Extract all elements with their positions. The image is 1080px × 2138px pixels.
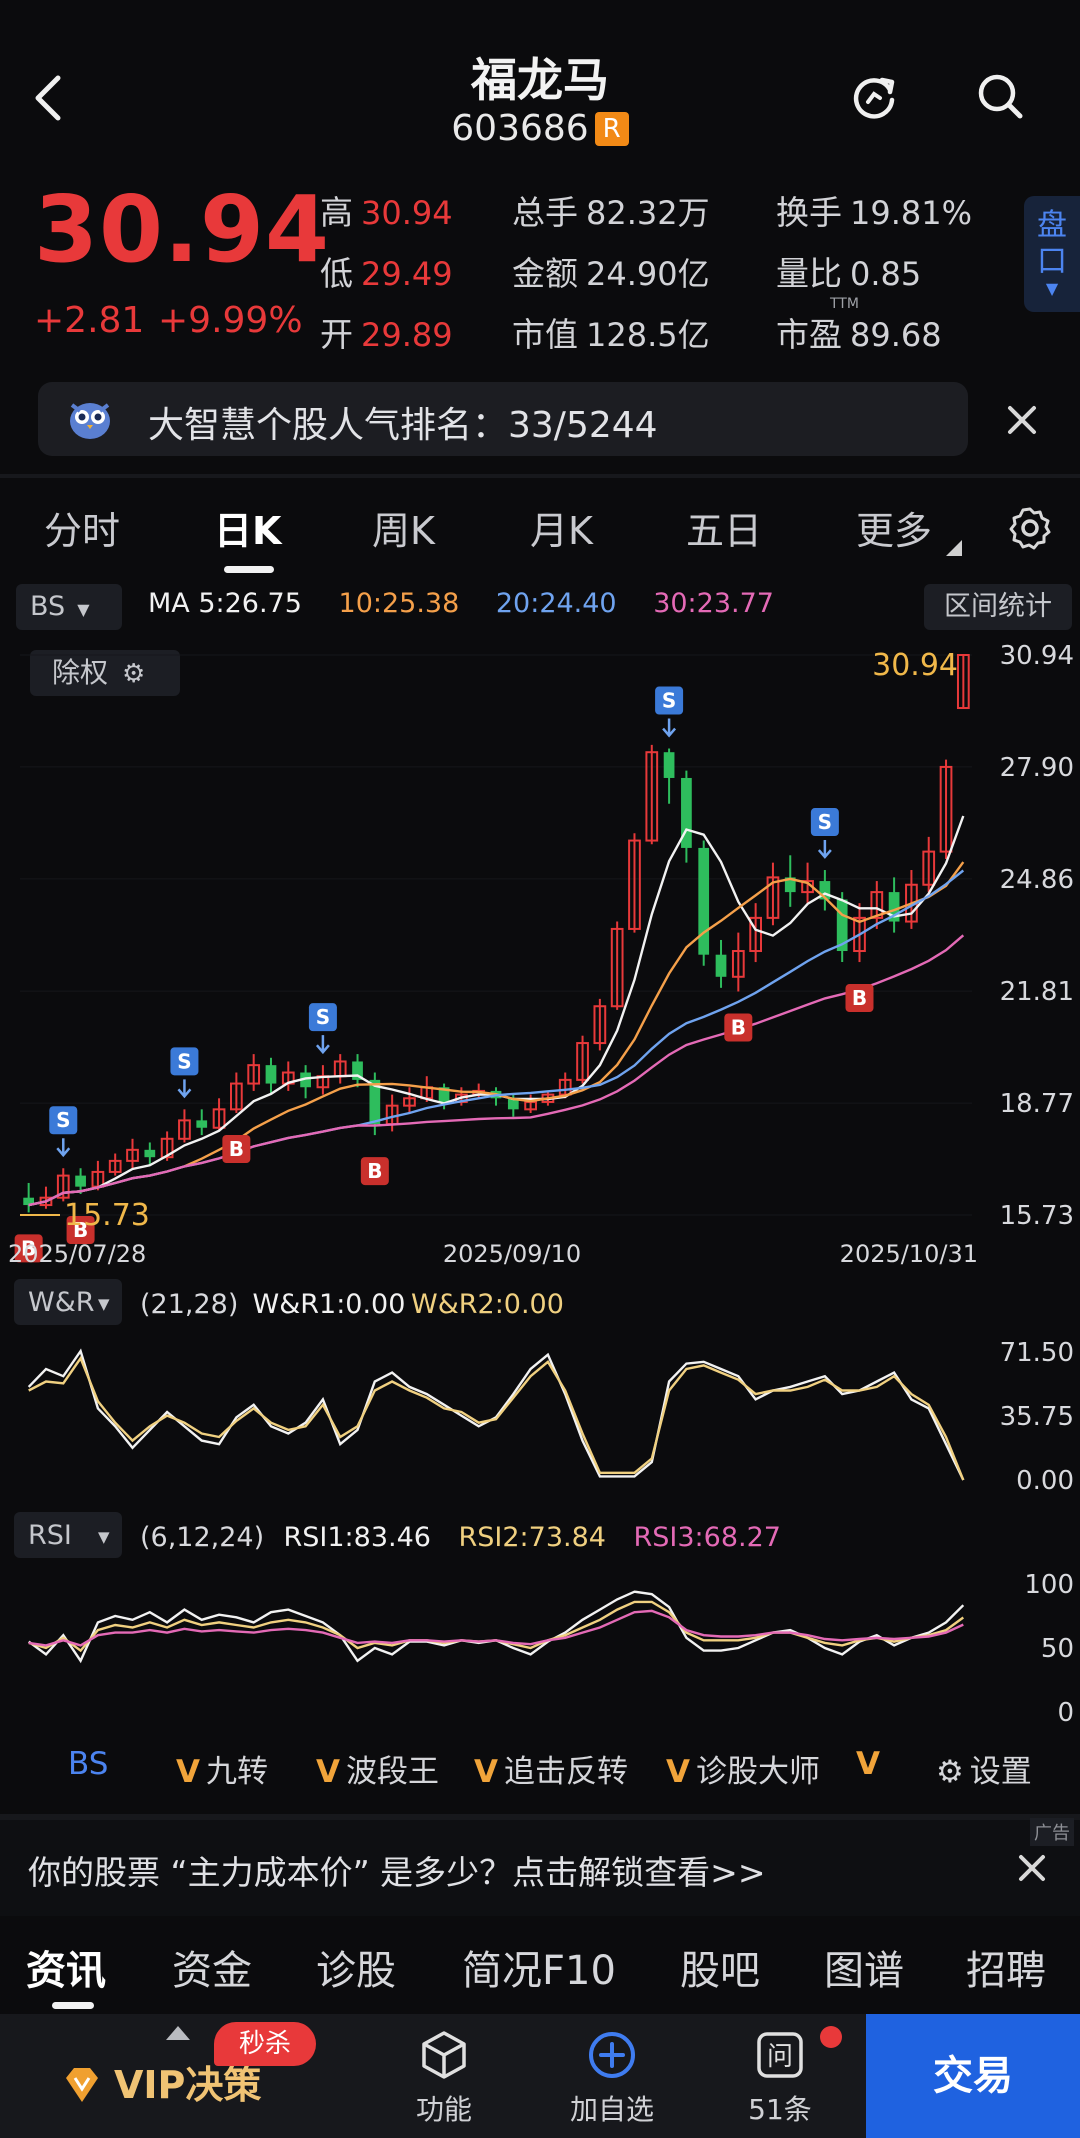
sell-signal-arrow — [817, 840, 832, 859]
tab-graph[interactable]: 图谱 — [824, 1938, 904, 1996]
indicator-axis-label: 50 — [1041, 1634, 1074, 1664]
sell-signal-label: S — [177, 1049, 191, 1073]
ad-text[interactable]: 你的股票 “主力成本价” 是多少？点击解锁查看>> — [28, 1846, 765, 1894]
price-axis-label: 30.94 — [1000, 641, 1074, 671]
ma-line-ma5 — [28, 815, 965, 1207]
buy-signal-label: B — [367, 1159, 382, 1183]
indicator-legend-item: W&R1:0.00 — [253, 1289, 406, 1320]
nine-turn-button[interactable]: V 九转 — [176, 1746, 268, 1791]
notification-dot — [820, 2026, 842, 2048]
tab-profile-f10[interactable]: 简况F10 — [462, 1938, 616, 1996]
indicator-axis-label: 35.75 — [1000, 1402, 1074, 1432]
ask-icon: 问 — [757, 2032, 803, 2078]
candle-body-down — [75, 1175, 86, 1187]
indicator-line-rsi3 — [28, 1609, 964, 1647]
candle-body-down — [663, 752, 675, 778]
tab-forum[interactable]: 股吧 — [680, 1938, 760, 1996]
v-icon: V — [666, 1754, 690, 1790]
add-watchlist-button[interactable]: 加自选 — [552, 2028, 672, 2128]
price-axis-label: 15.73 — [1000, 1201, 1074, 1231]
close-icon — [1019, 1855, 1045, 1881]
rsi-select-label: RSI — [28, 1520, 72, 1551]
indicator-function-strip: BS V 九转 V 波段王 V 追击反转 V 诊股大师 V ⚙ 设置 — [0, 1746, 1080, 1802]
ad-tag: 广告 — [1030, 1818, 1074, 1846]
buy-signal-label: B — [852, 986, 867, 1010]
sell-signal-label: S — [316, 1005, 330, 1029]
indicator-params: (21,28) — [140, 1289, 238, 1320]
sell-signal-label: S — [56, 1108, 70, 1132]
wr-select-label: W&R — [28, 1287, 95, 1318]
indicator-settings-button[interactable]: ⚙ 设置 — [936, 1746, 1032, 1791]
candle-body-down — [698, 847, 710, 955]
v-icon: V — [176, 1754, 200, 1790]
sell-signal-label: S — [662, 689, 676, 713]
indicator-legend-item: RSI1:83.46 — [284, 1522, 431, 1553]
trade-button[interactable]: 交易 — [866, 2014, 1080, 2138]
flash-sale-badge: 秒杀 — [214, 2022, 316, 2066]
price-axis-label: 18.77 — [1000, 1089, 1074, 1119]
low-price-label: 15.73 — [64, 1198, 150, 1233]
candle-body-down — [196, 1120, 208, 1128]
v-icon: V — [856, 1746, 880, 1782]
stock-master-button[interactable]: V 诊股大师 — [666, 1746, 820, 1791]
cube-icon — [422, 2031, 466, 2079]
indicator-legend-item: W&R2:0.00 — [411, 1289, 564, 1320]
last-price-label: 30.94 — [872, 648, 958, 683]
sell-signal-arrow — [177, 1079, 192, 1099]
sell-signal-arrow — [662, 718, 677, 738]
candle-body-down — [715, 954, 727, 977]
candle-body-down — [265, 1065, 277, 1084]
indicator-line-rsi2 — [28, 1600, 965, 1653]
indicator-axis-label: 100 — [1024, 1570, 1074, 1600]
price-axis-label: 21.81 — [1000, 977, 1074, 1007]
more-indicator-v[interactable]: V — [856, 1746, 886, 1782]
v-icon: V — [316, 1754, 340, 1790]
chase-reversal-button[interactable]: V 追击反转 — [474, 1746, 628, 1791]
indicator-axis-label: 71.50 — [1000, 1338, 1074, 1368]
price-axis-label: 24.86 — [1000, 865, 1074, 895]
indicator-legend-item: RSI3:68.27 — [634, 1522, 781, 1553]
price-axis-label: 27.90 — [1000, 753, 1074, 783]
stock-charts[interactable]: 30.9427.9024.8621.8118.7715.73BSBSBSBSBS… — [0, 0, 1080, 1740]
bs-indicator-button[interactable]: BS — [68, 1746, 108, 1782]
ad-close-button[interactable] — [1012, 1848, 1052, 1888]
buy-signal-label: B — [731, 1016, 746, 1040]
sell-signal-label: S — [818, 810, 832, 834]
tab-diagnosis[interactable]: 诊股 — [316, 1938, 396, 1996]
svg-text:问: 问 — [767, 2042, 793, 2072]
caret-down-icon: ▼ — [98, 1528, 110, 1546]
ma-line-ma30 — [28, 934, 965, 1207]
tab-news[interactable]: 资讯 — [26, 1938, 106, 1996]
candle-body-down — [144, 1149, 156, 1158]
caret-up-icon — [166, 2026, 190, 2040]
indicator-axis-label: 0 — [1057, 1698, 1074, 1728]
indicator-axis-label: 0.00 — [1016, 1466, 1074, 1496]
indicator-params: (6,12,24) — [140, 1522, 264, 1553]
sell-signal-arrow — [315, 1035, 330, 1055]
wave-king-button[interactable]: V 波段王 — [316, 1746, 439, 1791]
active-tab-indicator — [52, 2002, 94, 2009]
diamond-icon — [66, 2068, 98, 2102]
v-icon: V — [474, 1754, 498, 1790]
plus-circle-icon — [589, 2032, 635, 2078]
sell-signal-arrow — [56, 1138, 71, 1158]
date-label: 2025/09/10 — [443, 1240, 581, 1268]
buy-signal-label: B — [229, 1137, 244, 1161]
tab-capital[interactable]: 资金 — [172, 1938, 252, 1996]
date-label: 2025/07/28 — [8, 1240, 146, 1268]
indicator-legend-item: RSI2:73.84 — [459, 1522, 606, 1553]
date-label: 2025/10/31 — [840, 1240, 978, 1268]
caret-down-icon: ▼ — [98, 1295, 110, 1313]
tab-recruit[interactable]: 招聘 — [966, 1938, 1046, 1996]
function-button[interactable]: 功能 — [384, 2028, 504, 2128]
gear-icon: ⚙ — [936, 1754, 964, 1790]
